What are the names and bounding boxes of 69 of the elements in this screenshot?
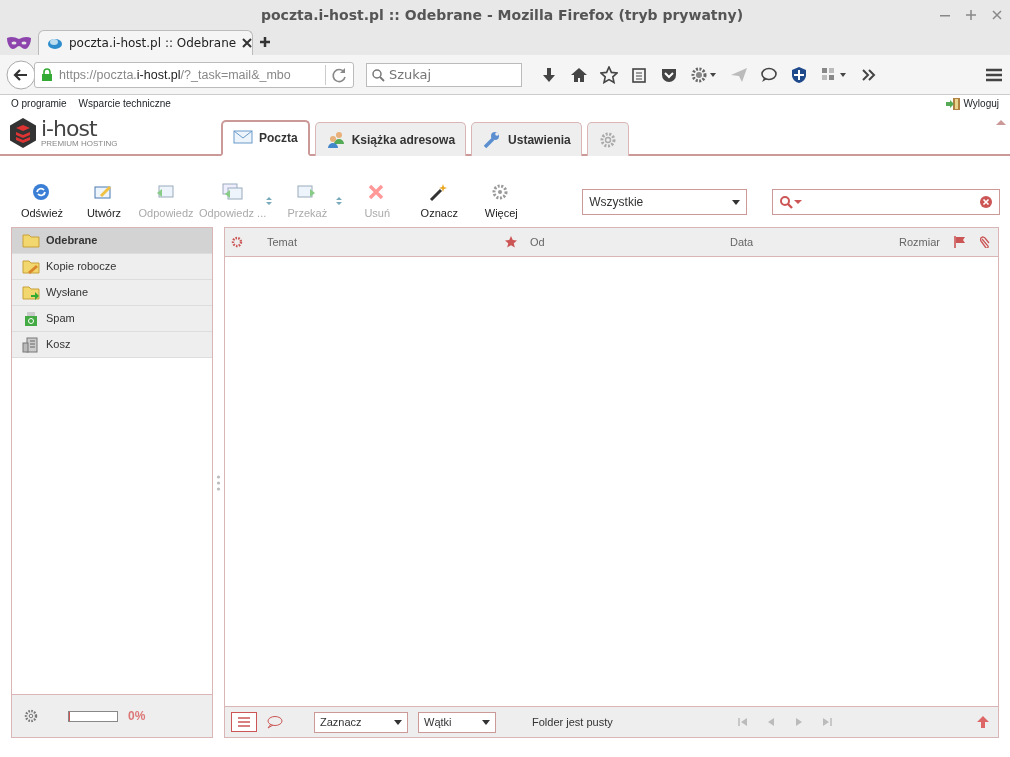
logo-icon xyxy=(8,117,38,149)
cloud-icon xyxy=(47,36,63,50)
dropdown-select[interactable]: Wątki xyxy=(418,711,496,733)
collapse-icon[interactable] xyxy=(996,118,1006,126)
dropdown-select[interactable]: Zaznacz xyxy=(314,711,408,733)
toolbar-button[interactable]: Utwórz xyxy=(73,182,135,222)
arrow-up-icon[interactable] xyxy=(976,715,990,729)
speech-bubble-icon[interactable] xyxy=(760,65,778,84)
toolbar-button: Przekaż xyxy=(276,182,339,222)
filter-select[interactable]: Wszystkie xyxy=(582,189,748,215)
people-icon xyxy=(325,129,346,150)
bin-icon xyxy=(22,309,40,328)
caret-icon xyxy=(732,199,741,205)
home-icon[interactable] xyxy=(570,65,588,84)
flag-icon[interactable] xyxy=(954,236,966,248)
header-link[interactable]: O programie xyxy=(11,96,67,111)
close-icon[interactable] xyxy=(242,38,253,48)
clear-icon[interactable] xyxy=(979,195,993,209)
column-header[interactable]: Od xyxy=(530,233,730,251)
window-title: poczta.i-host.pl :: Odebrane - Mozilla Firefox (tryb prywatny) xyxy=(259,7,745,23)
nav-tab[interactable] xyxy=(586,122,629,156)
maximize-icon[interactable] xyxy=(964,8,978,22)
toolbar-button[interactable]: Odśwież xyxy=(11,182,73,222)
column-header[interactable]: Rozmiar xyxy=(899,233,940,251)
more-button[interactable]: Więcej xyxy=(470,182,533,222)
logo-tagline: PREMIUM HOSTING xyxy=(41,138,118,148)
list-icon[interactable] xyxy=(231,712,257,732)
shield-icon[interactable] xyxy=(790,65,808,84)
logout-link[interactable]: Wyloguj xyxy=(963,96,999,111)
padlock-icon xyxy=(41,68,53,81)
browser-tab[interactable]: poczta.i-host.pl :: Odebrane xyxy=(38,30,253,55)
quota-text: 0% xyxy=(128,708,146,725)
nav-tab[interactable]: Poczta xyxy=(221,120,310,156)
folder-arrow-icon xyxy=(22,283,40,302)
header-link[interactable]: Wsparcie techniczne xyxy=(78,96,171,111)
bin-icon xyxy=(22,335,40,354)
search-field[interactable] xyxy=(772,189,1000,215)
nav-tab[interactable]: Książka adresowa xyxy=(314,122,467,156)
toolbar-button[interactable]: Oznacz xyxy=(408,182,471,222)
status-text: Folder jest pusty xyxy=(532,714,613,730)
back-icon[interactable] xyxy=(6,59,36,90)
folder-item[interactable]: Odebrane xyxy=(12,228,212,254)
gear-icon[interactable] xyxy=(24,709,38,723)
nav-tab[interactable]: Ustawienia xyxy=(471,122,582,156)
folder-icon xyxy=(22,231,40,250)
column-header[interactable]: Data xyxy=(730,233,850,251)
paperclip-icon[interactable] xyxy=(980,236,990,248)
envelopes-arrow-icon xyxy=(221,182,244,203)
mask-icon xyxy=(6,35,32,51)
search-icon xyxy=(371,67,385,82)
clipboard-icon[interactable] xyxy=(630,65,648,84)
column-header[interactable]: Temat xyxy=(267,233,505,251)
search-field[interactable]: Szukaj xyxy=(366,62,522,87)
gear-icon[interactable] xyxy=(690,65,718,84)
folder-pencil-icon xyxy=(22,257,40,276)
new-tab-icon[interactable] xyxy=(259,36,271,48)
logo-text: i-host xyxy=(41,118,98,139)
toolbar-button: Odpowiedz ... xyxy=(197,182,269,222)
download-icon[interactable] xyxy=(540,65,558,84)
toolbar-button: Odpowiedz xyxy=(135,182,197,222)
gear-icon[interactable] xyxy=(231,236,243,248)
search-icon xyxy=(779,195,804,209)
star-icon[interactable] xyxy=(505,236,517,248)
toolbar-button: Usuń xyxy=(346,182,409,222)
door-icon xyxy=(944,97,961,110)
caret-icon xyxy=(394,719,402,725)
caret-icon xyxy=(482,719,490,725)
star-icon[interactable] xyxy=(600,65,618,84)
tab-title: poczta.i-host.pl :: Odebrane xyxy=(69,36,237,50)
